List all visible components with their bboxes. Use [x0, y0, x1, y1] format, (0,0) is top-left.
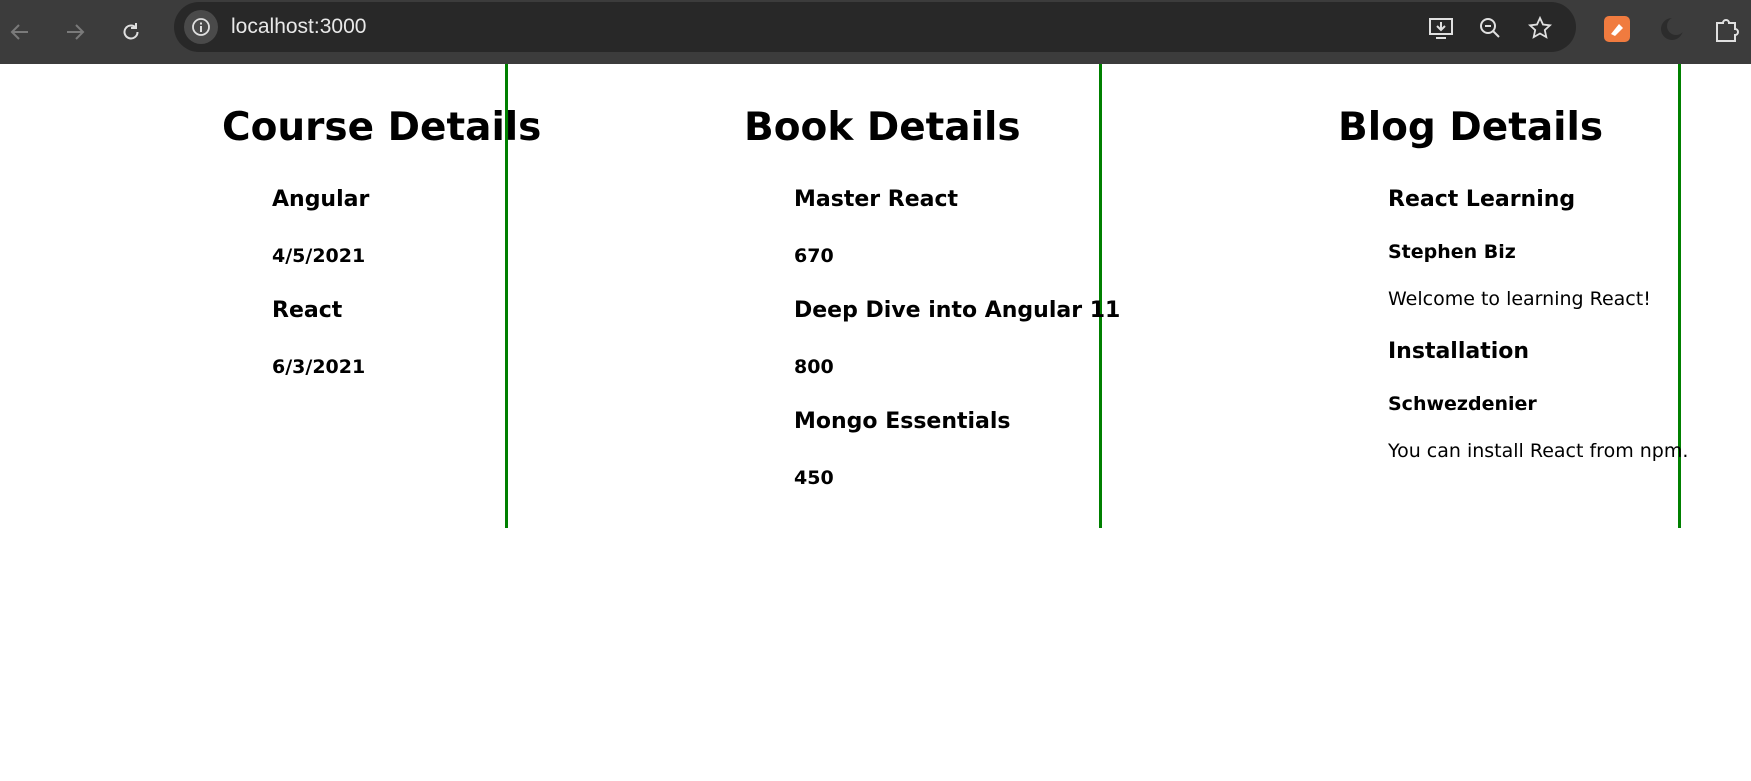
url-text[interactable]: localhost:3000: [231, 14, 366, 40]
blog-content: Welcome to learning React!: [1388, 288, 1651, 310]
site-info-button[interactable]: [184, 10, 218, 44]
course-name: Angular: [272, 187, 370, 212]
reload-button[interactable]: [113, 14, 149, 50]
star-icon: [1528, 16, 1552, 39]
puzzle-icon: [1716, 19, 1739, 42]
blog-content: You can install React from npm.: [1388, 440, 1689, 462]
course-details-section: Course Details Angular 4/5/2021 React 6/…: [0, 64, 541, 528]
forward-button[interactable]: [57, 14, 93, 50]
browser-toolbar: localhost:3000: [0, 0, 1751, 64]
book-price: 450: [794, 467, 834, 489]
blog-author: Stephen Biz: [1388, 241, 1516, 263]
blog-details-section: Blog Details React Learning Stephen Biz …: [1102, 64, 1688, 528]
blog-author: Schwezdenier: [1388, 393, 1537, 415]
book-details-title: Book Details: [744, 105, 1021, 150]
install-app-icon: [1429, 18, 1453, 39]
extension-button[interactable]: [1602, 14, 1632, 44]
course-date: 4/5/2021: [272, 245, 366, 267]
info-icon: [192, 18, 210, 36]
blog-title: React Learning: [1388, 187, 1576, 212]
blog-details-title: Blog Details: [1338, 105, 1604, 150]
book-name: Mongo Essentials: [794, 409, 1011, 434]
book-price: 800: [794, 356, 834, 378]
course-name: React: [272, 298, 343, 323]
extension-icon: [1604, 16, 1630, 42]
book-price: 670: [794, 245, 834, 267]
book-name: Deep Dive into Angular 11: [794, 298, 1121, 323]
book-name: Master React: [794, 187, 959, 212]
zoom-button[interactable]: [1476, 14, 1504, 42]
blog-title: Installation: [1388, 339, 1530, 364]
bookmark-button[interactable]: [1526, 14, 1554, 42]
course-details-title: Course Details: [222, 105, 542, 150]
extensions-menu-button[interactable]: [1712, 14, 1742, 44]
arrow-left-icon: [10, 24, 28, 40]
moon-icon: [1661, 17, 1685, 40]
course-date: 6/3/2021: [272, 356, 366, 378]
dark-mode-button[interactable]: [1657, 14, 1687, 44]
address-bar[interactable]: localhost:3000: [174, 2, 1576, 52]
back-button[interactable]: [2, 14, 38, 50]
arrow-right-icon: [67, 24, 85, 40]
zoom-out-icon: [1480, 18, 1500, 38]
book-details-section: Book Details Master React 670 Deep Dive …: [508, 64, 1120, 528]
install-app-button[interactable]: [1427, 14, 1455, 42]
reload-icon: [123, 23, 139, 40]
